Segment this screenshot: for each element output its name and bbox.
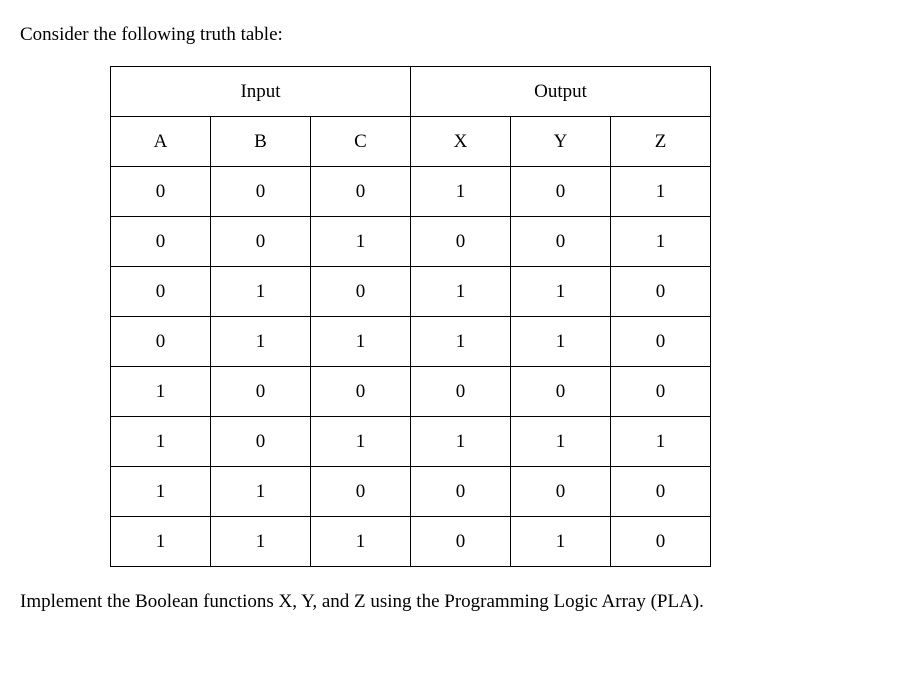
cell: 1 xyxy=(511,517,611,567)
cell: 0 xyxy=(411,517,511,567)
cell: 1 xyxy=(511,417,611,467)
cell: 1 xyxy=(111,367,211,417)
cell: 1 xyxy=(111,517,211,567)
cell: 0 xyxy=(311,267,411,317)
table-row: 1 1 1 0 1 0 xyxy=(111,517,711,567)
cell: 1 xyxy=(211,467,311,517)
cell: 0 xyxy=(611,267,711,317)
cell: 1 xyxy=(411,317,511,367)
cell: 1 xyxy=(311,517,411,567)
cell: 0 xyxy=(111,267,211,317)
col-header-x: X xyxy=(411,117,511,167)
cell: 1 xyxy=(611,217,711,267)
cell: 0 xyxy=(111,167,211,217)
cell: 1 xyxy=(411,267,511,317)
table-row: 0 1 1 1 1 0 xyxy=(111,317,711,367)
truth-table-wrapper: Input Output A B C X Y Z 0 0 0 1 0 1 xyxy=(20,66,887,567)
cell: 0 xyxy=(611,317,711,367)
cell: 1 xyxy=(311,417,411,467)
cell: 1 xyxy=(611,167,711,217)
intro-text: Consider the following truth table: xyxy=(20,24,887,46)
cell: 1 xyxy=(111,417,211,467)
table-row: 1 0 0 0 0 0 xyxy=(111,367,711,417)
column-header-row: A B C X Y Z xyxy=(111,117,711,167)
truth-table: Input Output A B C X Y Z 0 0 0 1 0 1 xyxy=(110,66,711,567)
cell: 0 xyxy=(211,417,311,467)
cell: 0 xyxy=(211,367,311,417)
input-group-header: Input xyxy=(111,67,411,117)
col-header-c: C xyxy=(311,117,411,167)
cell: 0 xyxy=(611,467,711,517)
cell: 1 xyxy=(111,467,211,517)
cell: 0 xyxy=(411,367,511,417)
cell: 0 xyxy=(511,167,611,217)
cell: 1 xyxy=(211,317,311,367)
table-row: 0 0 0 1 0 1 xyxy=(111,167,711,217)
cell: 1 xyxy=(511,317,611,367)
table-row: 0 0 1 0 0 1 xyxy=(111,217,711,267)
cell: 0 xyxy=(611,517,711,567)
cell: 1 xyxy=(411,417,511,467)
cell: 0 xyxy=(111,317,211,367)
table-row: 1 1 0 0 0 0 xyxy=(111,467,711,517)
cell: 1 xyxy=(211,267,311,317)
cell: 0 xyxy=(511,217,611,267)
output-group-header: Output xyxy=(411,67,711,117)
cell: 0 xyxy=(411,217,511,267)
closing-text: Implement the Boolean functions X, Y, an… xyxy=(20,591,887,613)
cell: 1 xyxy=(311,217,411,267)
cell: 0 xyxy=(411,467,511,517)
cell: 1 xyxy=(411,167,511,217)
truth-table-body: 0 0 0 1 0 1 0 0 1 0 0 1 0 1 0 1 1 0 xyxy=(111,167,711,567)
cell: 1 xyxy=(211,517,311,567)
cell: 1 xyxy=(311,317,411,367)
col-header-y: Y xyxy=(511,117,611,167)
cell: 0 xyxy=(611,367,711,417)
cell: 0 xyxy=(311,167,411,217)
table-row: 0 1 0 1 1 0 xyxy=(111,267,711,317)
col-header-b: B xyxy=(211,117,311,167)
cell: 1 xyxy=(611,417,711,467)
table-row: 1 0 1 1 1 1 xyxy=(111,417,711,467)
cell: 1 xyxy=(511,267,611,317)
cell: 0 xyxy=(311,467,411,517)
col-header-z: Z xyxy=(611,117,711,167)
col-header-a: A xyxy=(111,117,211,167)
cell: 0 xyxy=(211,217,311,267)
cell: 0 xyxy=(311,367,411,417)
cell: 0 xyxy=(211,167,311,217)
cell: 0 xyxy=(111,217,211,267)
cell: 0 xyxy=(511,367,611,417)
group-header-row: Input Output xyxy=(111,67,711,117)
cell: 0 xyxy=(511,467,611,517)
